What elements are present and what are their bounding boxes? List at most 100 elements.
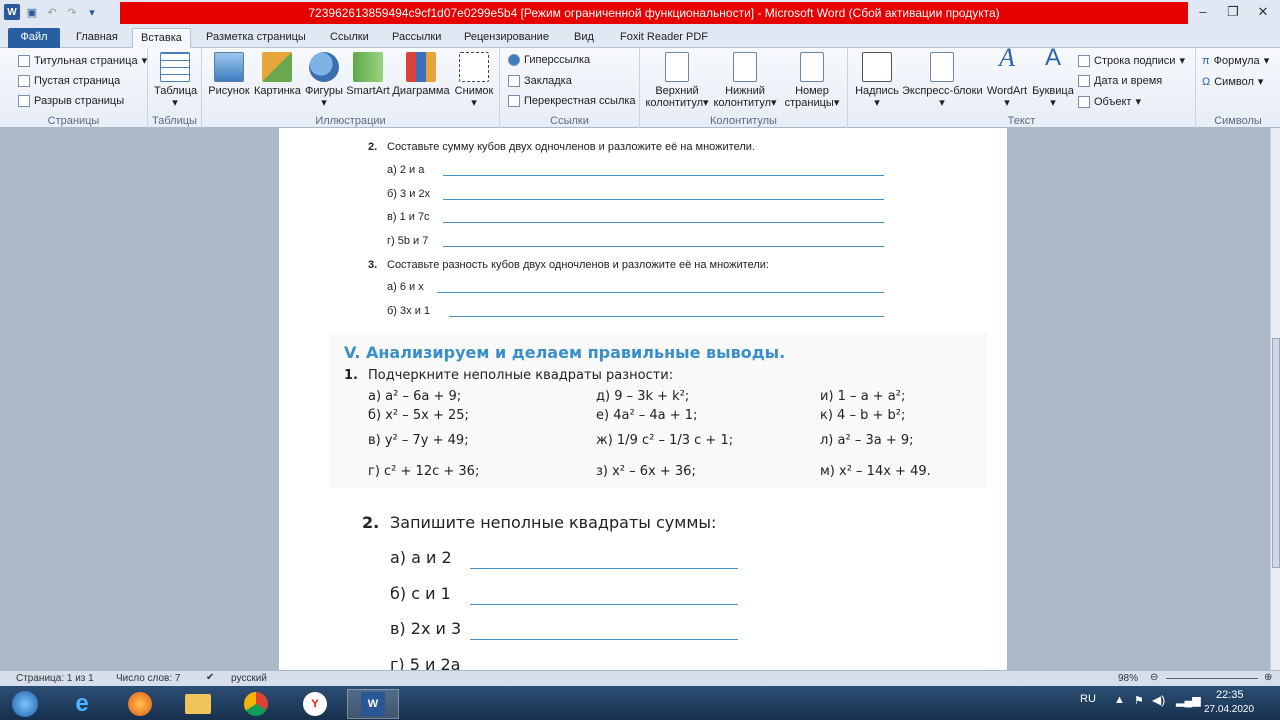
explorer-icon[interactable]	[172, 689, 224, 719]
screenshot-button[interactable]: Снимок ▾	[452, 52, 496, 109]
clock-time[interactable]: 22:35	[1216, 689, 1244, 701]
group-label-header-footer: Колонтитулы	[710, 115, 777, 127]
tab-foxit[interactable]: Foxit Reader PDF	[612, 28, 716, 48]
flag-icon[interactable]: ⚑	[1134, 694, 1144, 707]
bookmark-button[interactable]: Закладка	[508, 75, 572, 87]
save-icon[interactable]: ▣	[24, 4, 40, 20]
tab-page-layout[interactable]: Разметка страницы	[198, 28, 314, 48]
undo-icon[interactable]: ↶	[44, 4, 60, 20]
task3-line-b[interactable]	[449, 305, 884, 317]
ie-icon[interactable]: e	[56, 689, 108, 719]
task3-text: Составьте разность кубов двух одночленов…	[387, 259, 769, 271]
equation-button[interactable]: π Формула ▾	[1202, 54, 1269, 68]
q2-row-g: г) 5 и 2a	[390, 655, 461, 670]
hyperlink-icon	[508, 54, 520, 66]
volume-icon[interactable]: ◀)	[1152, 693, 1165, 707]
window-title: 723962613859494c9cf1d07e0299e5b4 [Режим …	[120, 2, 1188, 24]
clipart-label: Картинка	[254, 85, 301, 97]
footer-icon	[733, 52, 757, 82]
header-button[interactable]: Верхний колонтитул▾	[644, 52, 710, 109]
zoom-level[interactable]: 98%	[1118, 673, 1138, 684]
close-button[interactable]: ✕	[1248, 1, 1278, 23]
task2-line-a[interactable]	[443, 164, 884, 176]
zoom-in-icon[interactable]: ⊕	[1264, 672, 1272, 683]
wordart-button[interactable]: A WordArt ▾	[984, 45, 1030, 110]
page-break-button[interactable]: Разрыв страницы	[18, 95, 124, 107]
footer-button[interactable]: Нижний колонтитул▾	[712, 52, 778, 109]
tray-arrow-icon[interactable]: ▲	[1114, 694, 1125, 706]
word-logo-icon[interactable]: W	[4, 4, 20, 20]
firefox-icon[interactable]	[114, 689, 166, 719]
q2-line-v[interactable]	[470, 639, 738, 640]
tab-insert[interactable]: Вставка	[132, 28, 191, 48]
zoom-out-icon[interactable]: ⊖	[1150, 672, 1158, 683]
q1-item-z[interactable]: з) x² – 6x + 36;	[596, 464, 696, 479]
q2-line-b[interactable]	[470, 604, 738, 605]
q1-number: 1.	[344, 368, 358, 383]
footer-label-2: колонтитул	[713, 97, 772, 109]
task2-line-d[interactable]	[443, 235, 884, 247]
object-button[interactable]: Объект ▾	[1078, 95, 1141, 108]
task2-line-c[interactable]	[443, 211, 884, 223]
q2-line-a[interactable]	[470, 568, 738, 569]
page-count[interactable]: Страница: 1 из 1	[16, 673, 94, 684]
hyperlink-button[interactable]: Гиперссылка	[508, 54, 590, 66]
group-tables: Таблица ▾ Таблицы	[148, 48, 202, 128]
q1-item-e[interactable]: е) 4a² – 4a + 1;	[596, 408, 697, 423]
word-count[interactable]: Число слов: 7	[116, 673, 180, 684]
page-number-button[interactable]: Номер страницы▾	[780, 52, 844, 109]
signature-line-button[interactable]: Строка подписи ▾	[1078, 54, 1185, 67]
q1-item-b[interactable]: б) x² – 5x + 25;	[368, 408, 469, 423]
chrome-icon[interactable]	[230, 689, 282, 719]
shapes-button[interactable]: Фигуры ▾	[302, 52, 346, 109]
q1-item-a[interactable]: а) a² – 6a + 9;	[368, 389, 461, 404]
minimize-button[interactable]: –	[1188, 1, 1218, 23]
vertical-scrollbar[interactable]	[1270, 128, 1280, 670]
redo-icon[interactable]: ↷	[64, 4, 80, 20]
cross-reference-button[interactable]: Перекрестная ссылка	[508, 95, 636, 107]
language[interactable]: русский	[231, 673, 267, 684]
start-button[interactable]	[2, 689, 48, 719]
tab-home[interactable]: Главная	[68, 28, 126, 48]
picture-button[interactable]: Рисунок	[206, 52, 252, 97]
customize-qat-icon[interactable]: ▾	[84, 4, 100, 20]
zoom-slider[interactable]	[1166, 678, 1258, 679]
q1-item-g[interactable]: г) c² + 12c + 36;	[368, 464, 479, 479]
smartart-button[interactable]: SmartArt	[346, 52, 390, 97]
tab-references[interactable]: Ссылки	[322, 28, 377, 48]
cover-page-button[interactable]: Титульная страница ▾	[18, 54, 147, 67]
q1-item-d[interactable]: д) 9 – 3k + k²;	[596, 389, 689, 404]
q1-item-l[interactable]: л) a² – 3a + 9;	[820, 433, 914, 448]
tab-view[interactable]: Вид	[566, 28, 602, 48]
q1-item-k[interactable]: к) 4 – b + b²;	[820, 408, 905, 423]
clock-date[interactable]: 27.04.2020	[1204, 704, 1254, 715]
group-label-links: Ссылки	[550, 115, 589, 127]
maximize-button[interactable]: ❐	[1218, 1, 1248, 23]
input-language[interactable]: RU	[1080, 693, 1096, 705]
table-button[interactable]: Таблица ▾	[154, 52, 197, 109]
blank-page-button[interactable]: Пустая страница	[18, 75, 120, 87]
word-taskbar-icon[interactable]: W	[347, 689, 399, 719]
q1-item-zh[interactable]: ж) 1/9 c² – 1/3 c + 1;	[596, 433, 733, 448]
task3-line-a[interactable]	[437, 281, 884, 293]
quick-parts-button[interactable]: Экспресс-блоки ▾	[902, 52, 983, 109]
network-icon[interactable]: ▂▄▆	[1176, 694, 1201, 707]
footer-label-1: Нижний	[725, 85, 765, 97]
tab-file[interactable]: Файл	[8, 28, 60, 48]
clipart-button[interactable]: Картинка	[254, 52, 301, 97]
dropcap-button[interactable]: A Буквица ▾	[1030, 46, 1076, 110]
q1-item-v[interactable]: в) y² – 7y + 49;	[368, 433, 469, 448]
tab-mailings[interactable]: Рассылки	[384, 28, 449, 48]
date-time-button[interactable]: Дата и время	[1078, 75, 1162, 87]
tab-review[interactable]: Рецензирование	[456, 28, 557, 48]
textbox-button[interactable]: Надпись ▾	[852, 52, 902, 109]
q1-item-i[interactable]: и) 1 – a + a²;	[820, 389, 905, 404]
q1-item-m[interactable]: м) x² – 14x + 49.	[820, 464, 931, 479]
proofing-icon[interactable]: ✔	[206, 672, 214, 683]
document-page[interactable]: 2. Составьте сумму кубов двух одночленов…	[279, 128, 1007, 670]
task2-line-b[interactable]	[443, 188, 884, 200]
scrollbar-thumb[interactable]	[1272, 338, 1280, 568]
symbol-button[interactable]: Ω Символ ▾	[1202, 75, 1263, 89]
yandex-icon[interactable]: Y	[289, 689, 341, 719]
chart-button[interactable]: Диаграмма	[392, 52, 450, 97]
